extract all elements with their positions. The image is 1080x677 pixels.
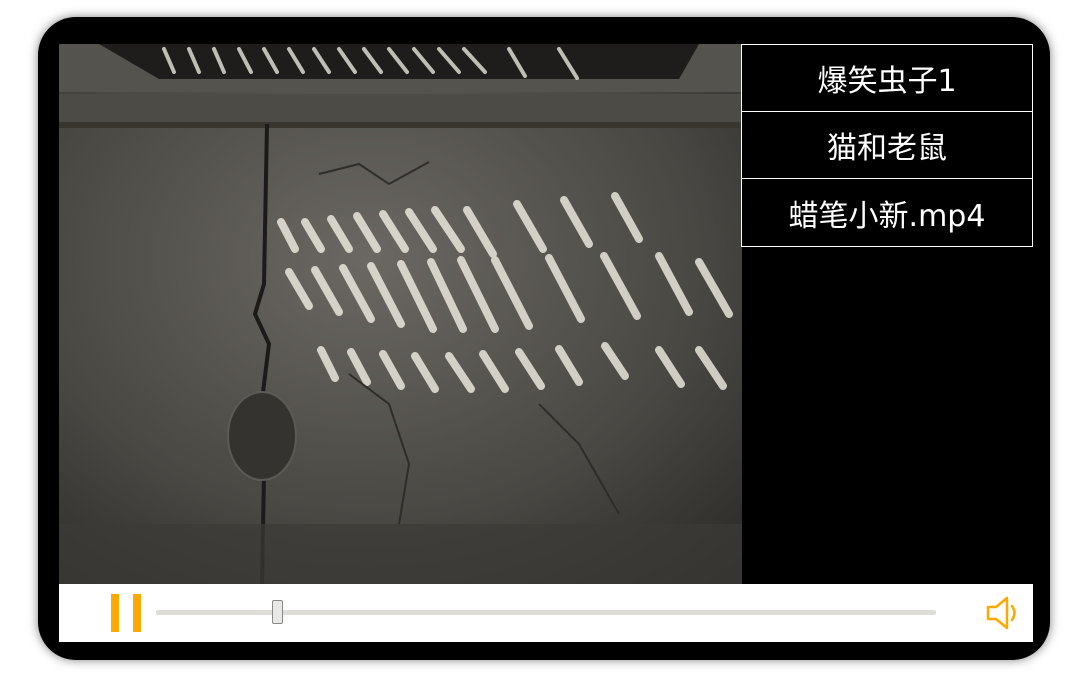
- pause-button[interactable]: [111, 594, 143, 632]
- control-bar: [59, 584, 1033, 642]
- video-area[interactable]: [59, 44, 742, 584]
- volume-button[interactable]: [985, 594, 1021, 632]
- pause-icon: [111, 594, 119, 632]
- playlist-item[interactable]: 蜡笔小新.mp4: [741, 178, 1033, 247]
- progress-bar[interactable]: [156, 600, 936, 624]
- playlist-item[interactable]: 猫和老鼠: [741, 111, 1033, 178]
- video-frame-image: [59, 44, 742, 584]
- progress-thumb[interactable]: [271, 600, 283, 624]
- speaker-icon: [986, 596, 1016, 630]
- playlist-item[interactable]: 爆笑虫子1: [741, 44, 1033, 111]
- playlist: 爆笑虫子1 猫和老鼠 蜡笔小新.mp4: [741, 44, 1033, 247]
